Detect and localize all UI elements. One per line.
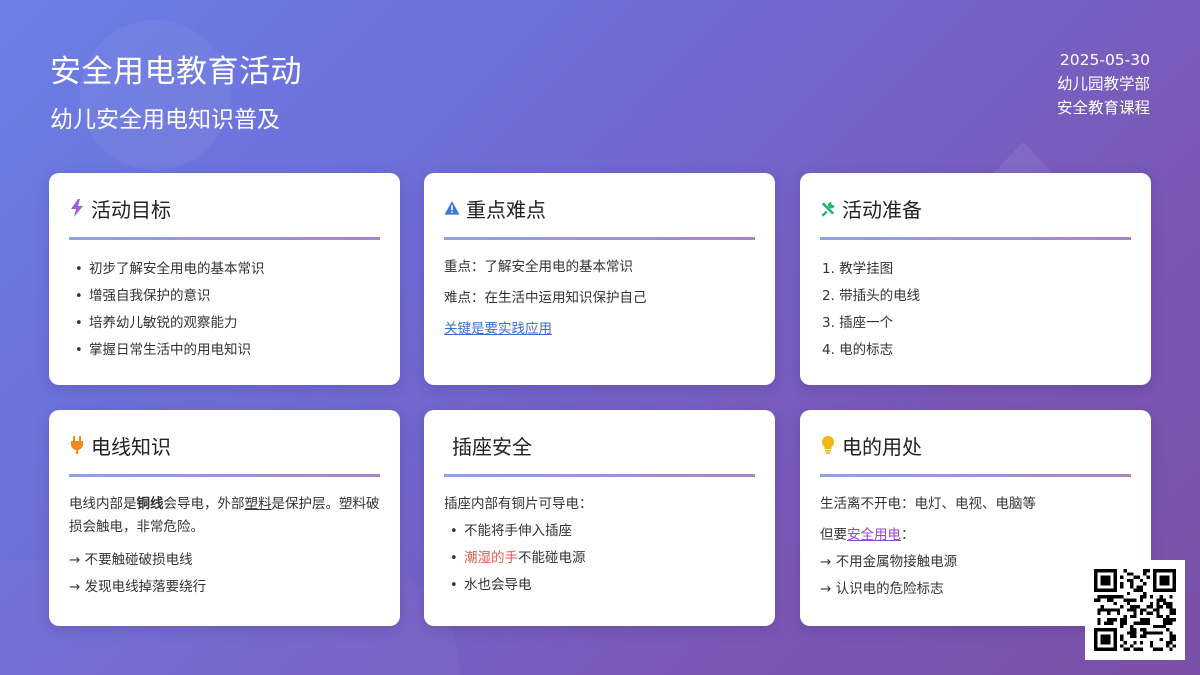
card-keypoints: 重点难点 重点：了解安全用电的基本常识 难点：在生活中运用知识保护自己 关键是要… — [424, 173, 775, 385]
usage-line: 生活离不开电：电灯、电视、电脑等 — [820, 496, 1036, 512]
list-item: 潮湿的手不能碰电源 — [444, 545, 755, 572]
difficulty-text: 难点：在生活中运用知识保护自己 — [444, 290, 647, 306]
divider — [820, 237, 1131, 240]
divider — [69, 237, 380, 240]
page-subtitle: 幼儿安全用电知识普及 — [50, 107, 280, 133]
card-header: 活动准备 — [820, 195, 1131, 222]
tools-icon — [820, 199, 836, 217]
socket-list: 不能将手伸入插座 潮湿的手不能碰电源 水也会导电 — [444, 518, 755, 599]
card-title: 电线知识 — [91, 434, 171, 459]
list-item: 3. 插座一个 — [822, 315, 894, 331]
wire-description: 电线内部是铜线会导电，外部塑料是保护层。塑料破损会触电，非常危险。 — [69, 493, 380, 539]
list-item: 不能将手伸入插座 — [444, 518, 755, 545]
text-segment: 但要 — [820, 527, 847, 543]
text-segment: ： — [901, 527, 915, 543]
list-item: 1. 教学挂图 — [822, 261, 894, 277]
wire-tip: → 不要触碰破损电线 — [69, 552, 193, 568]
card-header: 电线知识 — [69, 432, 380, 459]
divider — [69, 474, 380, 477]
list-item: 4. 电的标志 — [822, 342, 894, 358]
practice-link[interactable]: 关键是要实践应用 — [444, 321, 552, 337]
list-item: 水也会导电 — [444, 572, 755, 599]
goals-list: 初步了解安全用电的基本常识 增强自我保护的意识 培养幼儿敏锐的观察能力 掌握日常… — [69, 256, 380, 364]
card-title: 活动准备 — [842, 197, 922, 222]
divider — [444, 237, 755, 240]
safe-electricity-link[interactable]: 安全用电 — [847, 527, 901, 543]
page-title: 安全用电教育活动 — [50, 54, 302, 90]
socket-intro: 插座内部有铜片可导电： — [444, 496, 593, 512]
card-header: 活动目标 — [69, 195, 380, 222]
meta-date: 2025-05-30 — [1059, 51, 1150, 69]
prep-list: 1. 教学挂图 2. 带插头的电线 3. 插座一个 4. 电的标志 — [820, 256, 1131, 364]
card-title: 重点难点 — [466, 197, 546, 222]
lightning-icon — [69, 199, 85, 217]
text-segment: 会导电，外部 — [163, 496, 245, 512]
usage-line: 但要安全用电： — [820, 524, 1131, 547]
card-header: 重点难点 — [444, 195, 755, 222]
warning-icon — [444, 199, 460, 217]
card-title: 活动目标 — [91, 197, 171, 222]
divider — [444, 474, 755, 477]
card-header: 电的用处 — [820, 432, 1131, 459]
card-goals: 活动目标 初步了解安全用电的基本常识 增强自我保护的意识 培养幼儿敏锐的观察能力… — [49, 173, 400, 385]
meta-course: 安全教育课程 — [1056, 99, 1150, 117]
card-wire: 电线知识 电线内部是铜线会导电，外部塑料是保护层。塑料破损会触电，非常危险。 →… — [49, 410, 400, 626]
list-item: 培养幼儿敏锐的观察能力 — [69, 310, 380, 337]
lightbulb-icon — [820, 436, 836, 454]
card-title: 电的用处 — [842, 434, 922, 459]
text-segment: 不能碰电源 — [518, 550, 586, 566]
divider — [820, 474, 1131, 477]
qr-code — [1085, 560, 1185, 660]
plug-icon — [69, 436, 85, 454]
socket-icon — [444, 436, 446, 454]
meta-department: 幼儿园教学部 — [1056, 75, 1150, 93]
list-item: 掌握日常生活中的用电知识 — [69, 337, 380, 364]
wet-hands-warning: 潮湿的手 — [464, 550, 518, 566]
card-socket: 插座安全 插座内部有铜片可导电： 不能将手伸入插座 潮湿的手不能碰电源 水也会导… — [424, 410, 775, 626]
copper-emphasis: 铜线 — [136, 496, 164, 512]
list-item: 2. 带插头的电线 — [822, 288, 921, 304]
page-header: 安全用电教育活动 幼儿安全用电知识普及 — [50, 46, 302, 134]
wire-tip: → 发现电线掉落要绕行 — [69, 579, 207, 595]
plastic-underline: 塑料 — [244, 496, 272, 512]
text-segment: 电线内部是 — [69, 496, 137, 512]
list-item: 初步了解安全用电的基本常识 — [69, 256, 380, 283]
list-item: 增强自我保护的意识 — [69, 283, 380, 310]
key-point-text: 重点：了解安全用电的基本常识 — [444, 259, 633, 275]
card-preparation: 活动准备 1. 教学挂图 2. 带插头的电线 3. 插座一个 4. 电的标志 — [800, 173, 1151, 385]
qr-code-image — [1094, 569, 1176, 651]
card-title: 插座安全 — [452, 434, 532, 459]
card-header: 插座安全 — [444, 432, 755, 459]
page-meta: 2025-05-30 幼儿园教学部 安全教育课程 — [1057, 48, 1150, 120]
